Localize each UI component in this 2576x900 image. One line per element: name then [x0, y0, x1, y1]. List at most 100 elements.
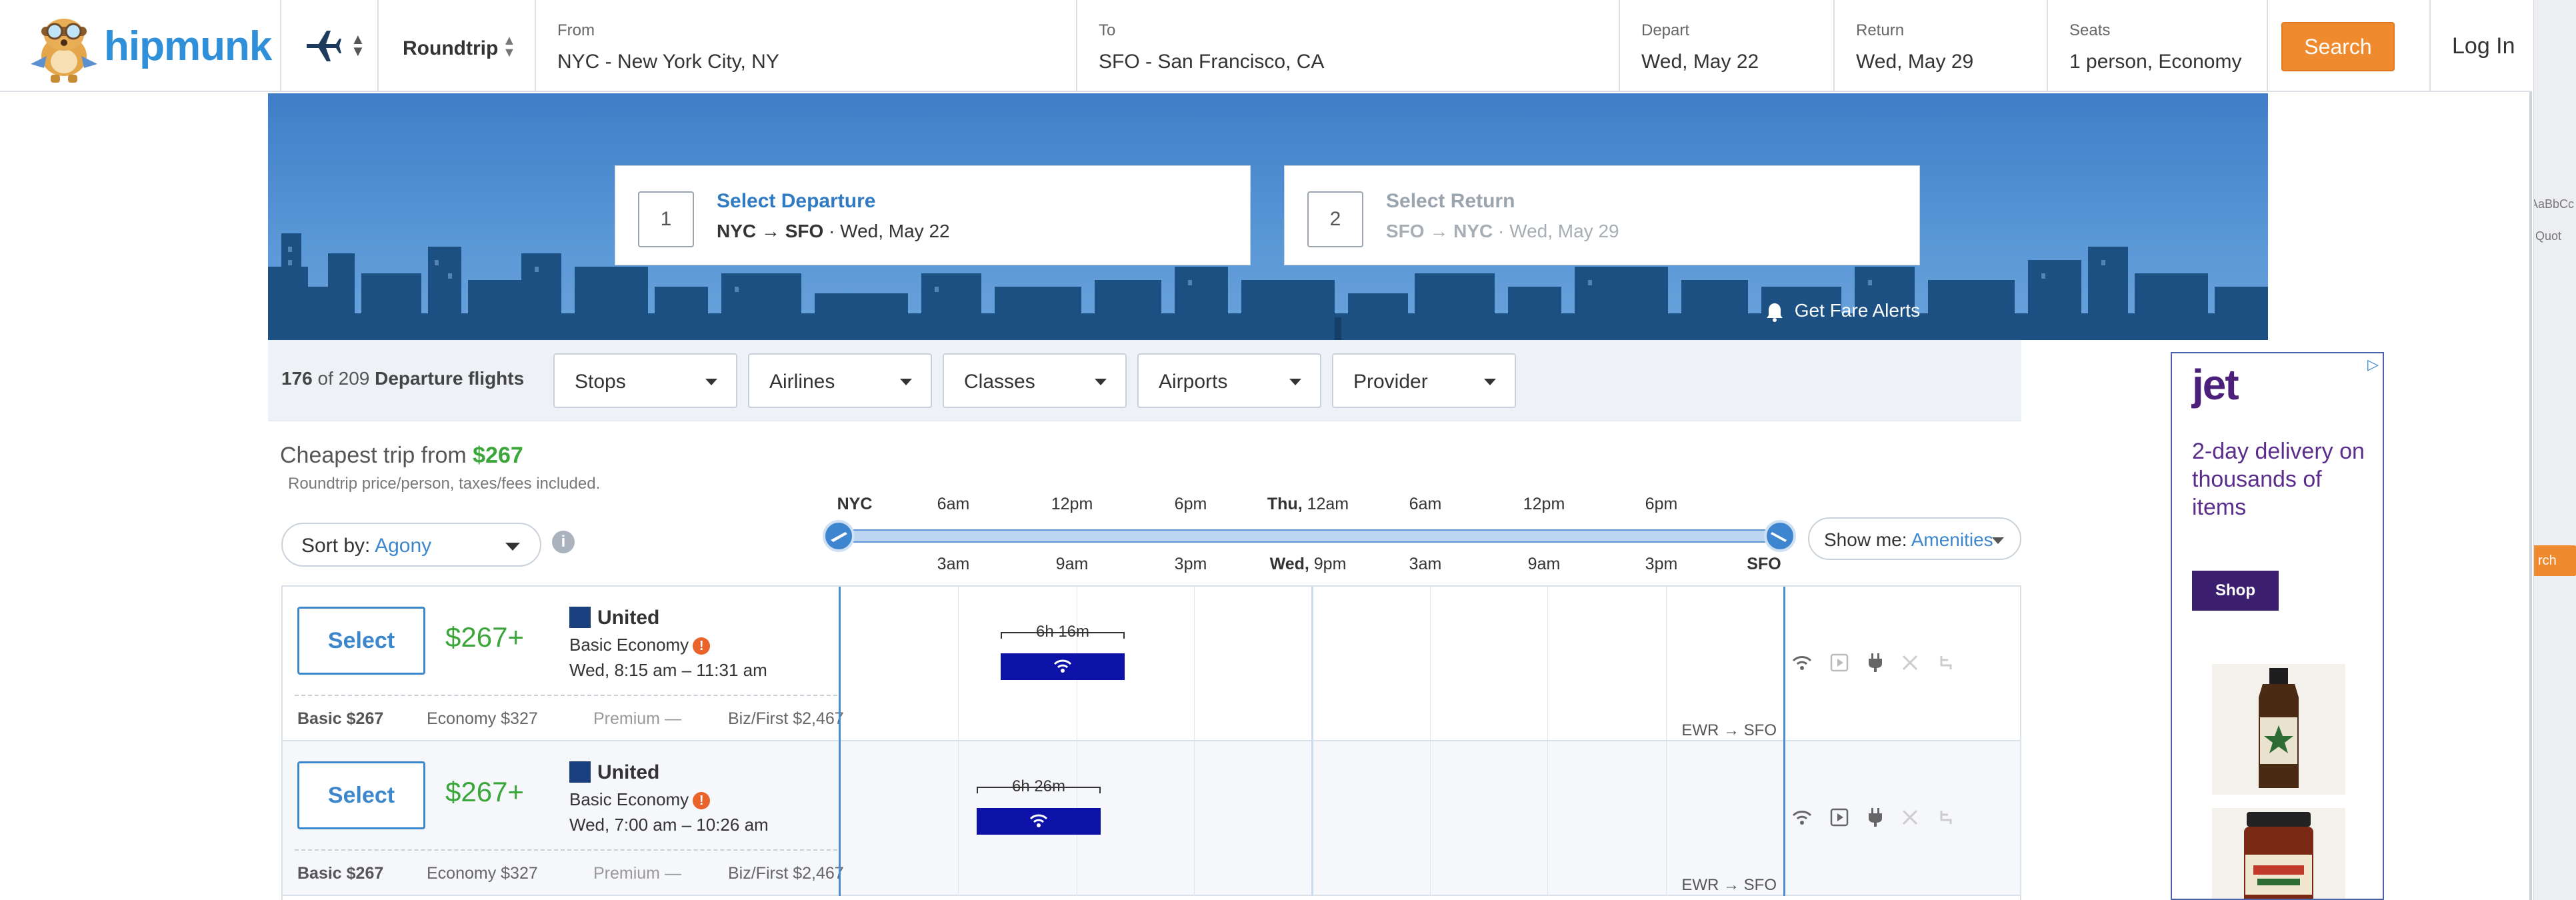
filter-label: Airports [1159, 371, 1228, 393]
mode-selector[interactable]: ▲ ▼ [281, 0, 379, 92]
step-route: SFO → NYC · Wed, May 29 [1386, 221, 1619, 242]
cheapest-price: $267 [473, 443, 523, 468]
ad-product-image [2212, 664, 2345, 795]
route-date: Wed, May 22 [840, 221, 950, 241]
route-origin: NYC [717, 221, 757, 241]
airport-codes: EWR → SFO [1681, 876, 1777, 894]
timeline-label: 6pm [1645, 495, 1678, 513]
seats-value[interactable]: 1 person, Economy [2069, 51, 2241, 73]
background-window: AaBbCc Quot rch [2533, 0, 2576, 900]
search-button[interactable]: Search [2281, 22, 2395, 71]
return-date-field[interactable]: Return Wed, May 29 [1835, 0, 2048, 92]
route-destination: NYC [1453, 221, 1493, 241]
show-me-dropdown[interactable]: Show me: Amenities [1808, 517, 2021, 560]
fare-class-text: Basic Economy [569, 789, 689, 809]
flight-results-list: Select $267+ United Basic Economy! Wed, … [281, 585, 2021, 900]
caret-down-icon [900, 379, 912, 385]
separator-dot: · [1498, 221, 1510, 241]
step-select-departure[interactable]: 1 Select Departure NYC → SFO · Wed, May … [615, 165, 1251, 265]
background-window-text: Quot [2535, 229, 2562, 243]
divider [295, 849, 837, 851]
select-button[interactable]: Select [297, 607, 425, 675]
arrival-handle[interactable] [1764, 520, 1796, 552]
updown-arrows-icon: ▲ ▼ [503, 33, 516, 60]
price-note: Roundtrip price/person, taxes/fees inclu… [288, 475, 601, 493]
depart-date-field[interactable]: Depart Wed, May 22 [1620, 0, 1835, 92]
filter-airlines[interactable]: Airlines [748, 353, 932, 408]
takeoff-icon [831, 532, 847, 542]
timeline-slider[interactable] [839, 529, 1781, 543]
fare-basic[interactable]: Basic $267 [297, 864, 383, 883]
adchoices-icon[interactable]: ▷ [2367, 356, 2379, 373]
filter-stops[interactable]: Stops [553, 353, 737, 408]
flight-count-label: Departure flights [375, 368, 525, 389]
fare-alerts-link[interactable]: Get Fare Alerts [1765, 300, 1920, 322]
caret-down-icon [505, 543, 520, 551]
seats-field[interactable]: Seats 1 person, Economy [2048, 0, 2268, 92]
step-select-return[interactable]: 2 Select Return SFO → NYC · Wed, May 29 [1284, 165, 1920, 265]
ad-shop-button[interactable]: Shop [2192, 571, 2279, 611]
depart-label: Depart [1641, 21, 1690, 39]
flight-duration: 6h 16m [1001, 623, 1125, 641]
timeline-label: 6am [1409, 495, 1442, 513]
fare-economy[interactable]: Economy $327 [427, 709, 538, 729]
ad-product-image [2212, 808, 2345, 899]
info-icon[interactable]: i [552, 531, 575, 553]
fare-biz-first[interactable]: Biz/First $2,467 [728, 864, 844, 883]
timeline-label: 3am [937, 555, 970, 573]
depart-value[interactable]: Wed, May 22 [1641, 51, 1759, 73]
wifi-icon [1053, 659, 1072, 673]
fare-economy[interactable]: Economy $327 [427, 864, 538, 883]
flight-count: 176 of 209 Departure flights [281, 368, 524, 389]
from-field[interactable]: From NYC - New York City, NY [536, 0, 1077, 92]
food-icon [1901, 653, 1919, 675]
return-label: Return [1856, 21, 1905, 39]
warning-icon[interactable]: ! [693, 792, 711, 810]
filter-airports[interactable]: Airports [1137, 353, 1321, 408]
filter-classes[interactable]: Classes [943, 353, 1127, 408]
sort-dropdown[interactable]: Sort by: Agony [281, 523, 541, 567]
legroom-icon [1937, 808, 1956, 830]
flight-timeline-grid: 6h 16m EWR → SFO [839, 587, 1785, 741]
fare-premium: Premium — [593, 709, 681, 728]
cheapest-trip: Cheapest trip from $267 [280, 443, 523, 469]
united-logo-icon [569, 607, 591, 628]
airline-name: United [597, 761, 660, 783]
timeline-label: NYC [837, 495, 873, 513]
trip-type-select[interactable]: Roundtrip ▲ ▼ [379, 0, 536, 92]
fare-basic[interactable]: Basic $267 [297, 709, 383, 729]
departure-handle[interactable] [823, 520, 855, 552]
fare-biz-first[interactable]: Biz/First $2,467 [728, 709, 844, 729]
flight-bar[interactable] [1001, 653, 1125, 680]
filter-provider[interactable]: Provider [1332, 353, 1516, 408]
logo[interactable]: hipmunk [0, 0, 281, 92]
filter-label: Classes [964, 371, 1035, 393]
background-window-button: rch [2534, 545, 2576, 576]
login-link[interactable]: Log In [2452, 33, 2515, 59]
city-skyline-illustration [268, 233, 2268, 340]
video-icon [1829, 807, 1849, 831]
flight-bar[interactable] [977, 808, 1101, 835]
flight-price: $267+ [445, 776, 524, 807]
wifi-icon [1029, 814, 1048, 827]
flight-times: Wed, 7:00 am – 10:26 am [569, 815, 769, 835]
background-window-text: AaBbCc [2533, 197, 2575, 211]
from-value[interactable]: NYC - New York City, NY [557, 51, 779, 73]
airplane-icon [307, 31, 341, 61]
route-destination: SFO [785, 221, 824, 241]
to-value[interactable]: SFO - San Francisco, CA [1099, 51, 1324, 73]
timeline-label: 6am [937, 495, 970, 513]
legroom-icon [1937, 653, 1956, 675]
jet-advertisement[interactable]: ▷ jet 2-day delivery on thousands of ite… [2171, 352, 2384, 900]
to-field[interactable]: To SFO - San Francisco, CA [1077, 0, 1620, 92]
fare-class: Basic Economy! [569, 789, 711, 810]
filter-label: Stops [575, 371, 626, 393]
return-value[interactable]: Wed, May 29 [1856, 51, 1973, 73]
cheapest-prefix: Cheapest trip from [280, 443, 467, 468]
step-number: 2 [1307, 191, 1363, 247]
flight-price: $267+ [445, 621, 524, 653]
warning-icon[interactable]: ! [693, 637, 711, 655]
caret-down-icon [1289, 379, 1301, 385]
filter-label: Airlines [769, 371, 835, 393]
select-button[interactable]: Select [297, 761, 425, 829]
